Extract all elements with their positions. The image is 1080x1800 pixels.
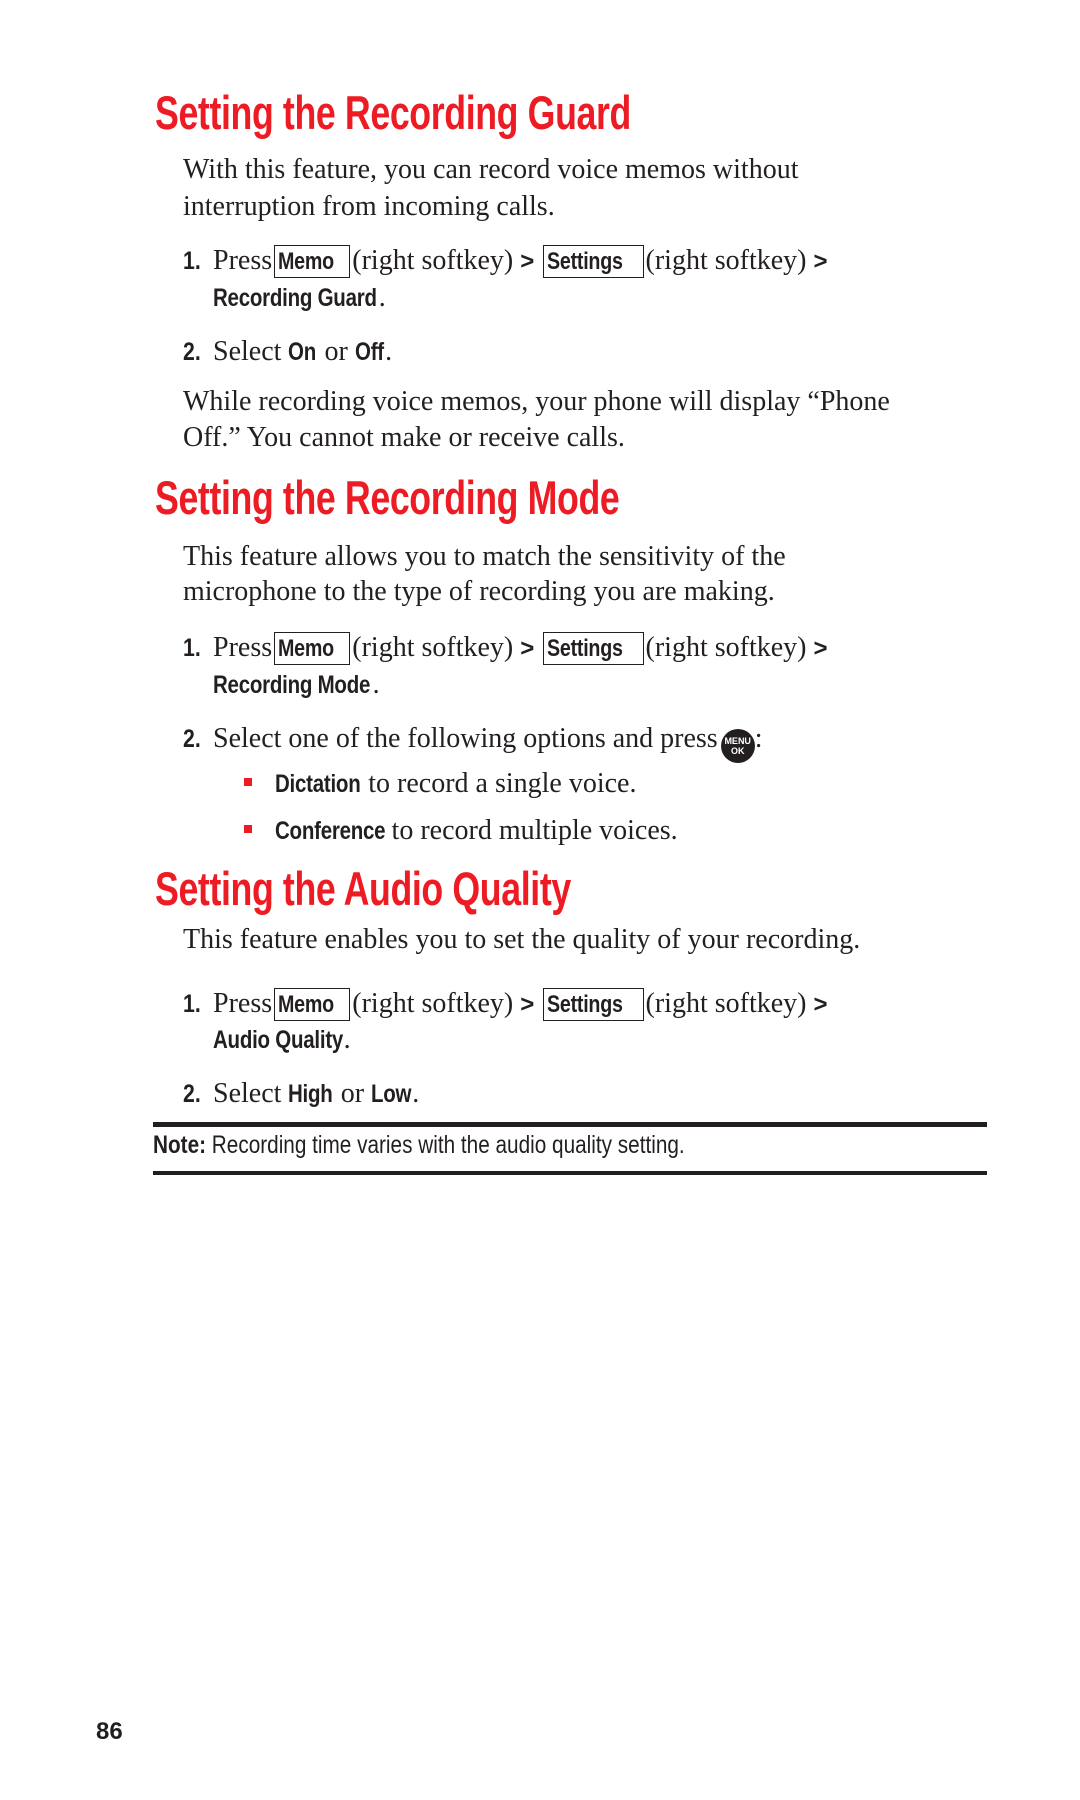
step-text: Press [213, 988, 273, 1019]
memo-softkey: Memo [274, 245, 351, 278]
step-1: 1. Press Memo (right softkey) > Settings (ri… [183, 632, 828, 665]
section-heading-recording-guard: Setting the Recording Guard [155, 86, 631, 139]
step-2: 2. Select On or Off. [183, 338, 392, 366]
option-item: Conference to record multiple voices. [275, 817, 678, 845]
intro-line: microphone to the type of recording you … [183, 576, 775, 607]
menu-path-target: Recording Guard [213, 284, 377, 312]
menu-ok-line: OK [730, 746, 745, 756]
key-label: Memo [278, 635, 335, 662]
step-number: 1. [183, 990, 201, 1018]
colon: : [754, 723, 763, 754]
step-1: 1. Press Memo (right softkey) > Settings (ri… [183, 988, 828, 1021]
key-label: Settings [547, 991, 623, 1018]
period: . [412, 1078, 420, 1109]
option-high: High [288, 1080, 333, 1108]
step-text: or [324, 336, 348, 367]
chevron-right-icon: > [813, 635, 828, 662]
settings-softkey: Settings [543, 632, 644, 665]
intro-line: This feature allows you to match the sen… [183, 541, 786, 572]
chevron-right-icon: > [813, 248, 828, 275]
option-desc: to record multiple voices. [391, 815, 678, 846]
step-1-target: Audio Quality. [213, 1026, 351, 1054]
step-text: (right softkey) [645, 245, 807, 276]
step-number: 2. [183, 338, 201, 366]
menu-ok-button-icon: MENU OK [720, 729, 755, 763]
step-text: Press [213, 632, 273, 663]
period: . [385, 336, 393, 367]
section-heading-recording-mode: Setting the Recording Mode [155, 471, 620, 524]
period: . [378, 282, 386, 313]
key-label: Settings [547, 248, 623, 275]
period: . [372, 669, 380, 700]
step-text: (right softkey) [352, 988, 514, 1019]
step-text: (right softkey) [645, 988, 807, 1019]
note-top-rule [153, 1122, 987, 1127]
key-label: Memo [278, 991, 335, 1018]
step-1-target: Recording Mode. [213, 671, 380, 699]
key-label: Settings [547, 635, 623, 662]
option-off: Off [354, 338, 384, 366]
step-2: 2. Select High or Low. [183, 1080, 419, 1108]
step-text: Select one of the following options and … [213, 723, 718, 754]
memo-softkey: Memo [274, 632, 351, 665]
settings-softkey: Settings [543, 245, 644, 278]
intro-line: With this feature, you can record voice … [183, 154, 799, 185]
bullet-icon [244, 825, 252, 833]
page-number: 86 [96, 1718, 123, 1745]
step-number: 2. [183, 725, 201, 753]
step-text: Select [213, 1078, 282, 1109]
note-text: Recording time varies with the audio qua… [211, 1131, 685, 1159]
menu-path-target: Recording Mode [213, 671, 371, 699]
memo-softkey: Memo [274, 988, 351, 1021]
bullet-icon [244, 778, 252, 786]
option-item: Dictation to record a single voice. [275, 770, 636, 798]
chevron-right-icon: > [813, 991, 828, 1018]
outro-line: While recording voice memos, your phone … [183, 386, 890, 417]
step-number: 1. [183, 247, 201, 275]
note: Note: Recording time varies with the aud… [153, 1133, 685, 1158]
intro-line: This feature enables you to set the qual… [183, 924, 861, 955]
outro-line: Off.” You cannot make or receive calls. [183, 422, 625, 453]
chevron-right-icon: > [520, 991, 535, 1018]
step-text: Press [213, 245, 273, 276]
step-number: 2. [183, 1080, 201, 1108]
chevron-right-icon: > [520, 635, 535, 662]
key-label: Memo [278, 248, 335, 275]
step-1-target: Recording Guard. [213, 284, 386, 312]
step-text: (right softkey) [352, 632, 514, 663]
note-bottom-rule [153, 1171, 987, 1175]
period: . [343, 1024, 351, 1055]
settings-softkey: Settings [543, 988, 644, 1021]
option-low: Low [371, 1080, 412, 1108]
note-label: Note: [153, 1131, 207, 1159]
menu-ok-line: MENU [724, 736, 751, 746]
step-text: Select [213, 336, 282, 367]
step-2: 2. Select one of the following options an… [183, 725, 762, 763]
step-text: or [340, 1078, 365, 1109]
menu-path-target: Audio Quality [213, 1026, 344, 1054]
chevron-right-icon: > [520, 248, 535, 275]
option-desc: to record a single voice. [368, 768, 637, 799]
option-label: Conference [275, 817, 386, 845]
section-heading-audio-quality: Setting the Audio Quality [155, 862, 571, 915]
step-1: 1. Press Memo (right softkey) > Settings (ri… [183, 245, 828, 278]
intro-line: interruption from incoming calls. [183, 191, 555, 222]
step-text: (right softkey) [352, 245, 514, 276]
step-text: (right softkey) [645, 632, 807, 663]
option-on: On [288, 338, 317, 366]
option-label: Dictation [275, 770, 361, 798]
step-number: 1. [183, 634, 201, 662]
